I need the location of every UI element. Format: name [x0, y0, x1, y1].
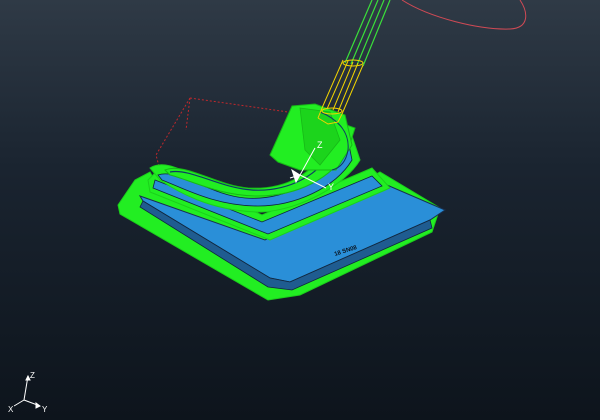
xyz-triad-icon[interactable]: Z X Y [6, 368, 52, 414]
triad-y-label: Y [42, 405, 48, 414]
workplane-z-label: Z [317, 140, 323, 150]
cam-scene[interactable]: Z Y 18 SN08 [0, 0, 600, 420]
triad-z-label: Z [30, 371, 35, 380]
workplane-y-label: Y [328, 182, 334, 192]
tool-motion-arc [401, 0, 527, 30]
triad-x-label: X [8, 405, 14, 414]
3d-viewport[interactable]: Z Y 18 SN08 Z X Y [0, 0, 600, 420]
lead-in-lines [344, 0, 391, 67]
